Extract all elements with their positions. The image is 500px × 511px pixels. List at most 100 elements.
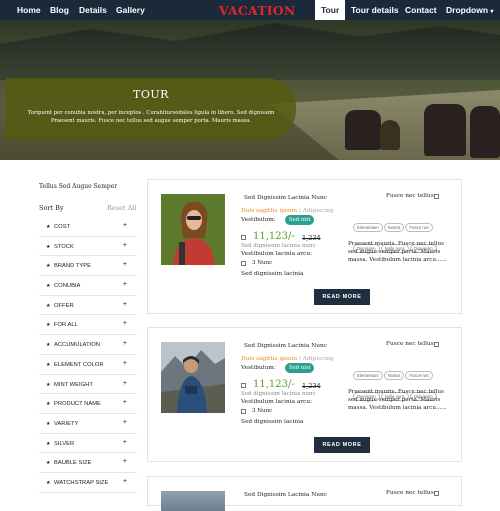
expand-plus-icon[interactable]: + bbox=[123, 478, 127, 485]
expand-plus-icon[interactable]: + bbox=[123, 320, 127, 327]
filter-label: STOCK bbox=[54, 243, 74, 250]
nav-dropdown[interactable]: Dropdown ▾ bbox=[446, 5, 493, 15]
tour-old-price: 1,234 bbox=[302, 234, 321, 242]
expand-plus-icon[interactable]: + bbox=[123, 242, 127, 249]
hero-banner: TOUR Torquent per conubia nostra, per in… bbox=[0, 20, 500, 160]
tour-name[interactable]: Sed Dignissim Lacinia Nunc bbox=[244, 343, 327, 349]
tour-name[interactable]: Sed Dignissim Lacinia Nunc bbox=[244, 492, 327, 498]
card-filter-checkbox[interactable] bbox=[434, 342, 439, 347]
hero-panel: TOUR Torquent per conubia nostra, per in… bbox=[6, 78, 296, 140]
filter-label: OFFER bbox=[54, 302, 74, 309]
tour-checkbox[interactable] bbox=[241, 383, 246, 388]
filter-label: ACCUMULATION bbox=[54, 342, 100, 349]
star-icon: ★ bbox=[46, 342, 51, 349]
tour-line4: Sed dignissim lacinia bbox=[241, 271, 304, 277]
tour-price: 11,123/- bbox=[253, 379, 295, 390]
expand-plus-icon[interactable]: + bbox=[123, 399, 127, 406]
tour-line3: 3 Nunc bbox=[252, 260, 273, 266]
filter-item[interactable]: ★ MINT WEIGHT + bbox=[39, 375, 137, 395]
card-filter-title: Fusce nec tellus bbox=[386, 490, 434, 496]
filter-label: PRODUCT NAME bbox=[54, 401, 101, 408]
read-more-button[interactable]: READ MORE bbox=[314, 437, 370, 453]
top-navbar: Home Blog Details Gallery VACATION Tour … bbox=[0, 0, 500, 20]
tour-image[interactable] bbox=[161, 342, 225, 413]
card-filter-checkbox[interactable] bbox=[434, 491, 439, 496]
nav-blog[interactable]: Blog bbox=[50, 5, 69, 15]
expand-plus-icon[interactable]: + bbox=[123, 419, 127, 426]
filter-item[interactable]: ★ BRAND TYPE + bbox=[39, 256, 137, 277]
filter-label: WATCHSTRAP SIZE bbox=[54, 479, 109, 486]
tour-line1: Sed dignissim lacinia nunc bbox=[241, 391, 316, 397]
filter-item[interactable]: ★ FOR ALL + bbox=[39, 315, 137, 336]
filter-label: BAUBLE SIZE bbox=[54, 460, 92, 467]
filter-item[interactable]: ★ OFFER + bbox=[39, 296, 137, 316]
filter-item[interactable]: ★ WATCHSTRAP SIZE + bbox=[39, 473, 137, 493]
nav-details[interactable]: Details bbox=[79, 5, 107, 15]
expand-plus-icon[interactable]: + bbox=[123, 281, 127, 288]
tour-name[interactable]: Sed Dignissim Lacinia Nunc bbox=[244, 195, 327, 201]
tour-line1: Sed dignissim lacinia nunc bbox=[241, 243, 316, 249]
tag[interactable]: Fusce nec bbox=[405, 371, 434, 380]
tag[interactable]: Nostra bbox=[383, 371, 405, 380]
star-icon: ★ bbox=[46, 322, 51, 329]
filter-item[interactable]: ★ BAUBLE SIZE + bbox=[39, 453, 137, 473]
tag[interactable]: Elementum bbox=[353, 371, 383, 380]
expand-plus-icon[interactable]: + bbox=[123, 439, 127, 446]
filter-list: ★ COST + ★ STOCK + ★ BRAND TYPE + ★ CONUBIA + ★ OFFER… bbox=[39, 217, 137, 493]
expand-plus-icon[interactable]: + bbox=[123, 380, 127, 387]
expand-plus-icon[interactable]: + bbox=[123, 340, 127, 347]
hero-title: TOUR bbox=[133, 88, 169, 101]
hiker-photo bbox=[161, 342, 225, 413]
card-filter-checkbox[interactable] bbox=[434, 194, 439, 199]
filter-item[interactable]: ★ PRODUCT NAME + bbox=[39, 394, 137, 414]
expand-plus-icon[interactable]: + bbox=[123, 360, 127, 367]
star-icon: ★ bbox=[46, 479, 51, 486]
hero-description: Torquent per conubia nostra, per incepto… bbox=[27, 110, 275, 124]
read-more-button[interactable]: READ MORE bbox=[314, 289, 370, 305]
status-badge: Sed nisi bbox=[285, 215, 315, 225]
tour-checkbox[interactable] bbox=[241, 235, 246, 240]
filter-label: ELEMENT COLOR bbox=[54, 361, 104, 368]
nav-tour[interactable]: Tour bbox=[315, 0, 346, 20]
tag[interactable]: Fusce nec bbox=[405, 223, 434, 232]
tour-price: 11,123/- bbox=[253, 231, 295, 242]
tour-card: Sed Dignissim Lacinia Nunc Fusce nec tel… bbox=[147, 476, 462, 511]
nav-tour-details[interactable]: Tour details bbox=[351, 5, 399, 15]
expand-plus-icon[interactable]: + bbox=[123, 458, 127, 465]
reset-all-link[interactable]: Reset All bbox=[107, 204, 136, 212]
nav-home[interactable]: Home bbox=[17, 5, 41, 15]
filter-label: BRAND TYPE bbox=[54, 263, 91, 270]
tour-image[interactable] bbox=[161, 491, 225, 511]
filter-label: CONUBIA bbox=[54, 283, 81, 290]
star-icon: ★ bbox=[46, 243, 51, 250]
hero-mountains bbox=[0, 23, 500, 80]
tag[interactable]: Nostra bbox=[383, 223, 405, 232]
filter-label: FOR ALL bbox=[54, 322, 78, 329]
filter-item[interactable]: ★ STOCK + bbox=[39, 237, 137, 257]
filter-item[interactable]: ★ ELEMENT COLOR + bbox=[39, 355, 137, 375]
tour-checkbox[interactable] bbox=[241, 409, 246, 414]
filter-item[interactable]: ★ CONUBIA + bbox=[39, 276, 137, 296]
filter-item[interactable]: ★ ACCUMULATION + bbox=[39, 335, 137, 355]
expand-plus-icon[interactable]: + bbox=[123, 261, 127, 268]
star-icon: ★ bbox=[46, 401, 51, 408]
woman-photo bbox=[161, 194, 225, 265]
tag[interactable]: Elementum bbox=[353, 223, 383, 232]
filter-item[interactable]: ★ SILVER + bbox=[39, 434, 137, 454]
sidebar-title: Tellus Sed Augue Semper bbox=[39, 183, 118, 190]
tour-image[interactable] bbox=[161, 194, 225, 265]
hero-hiker bbox=[470, 106, 500, 158]
expand-plus-icon[interactable]: + bbox=[123, 222, 127, 229]
tour-line4: Sed dignissim lacinia bbox=[241, 419, 304, 425]
brand-logo[interactable]: VACATION bbox=[219, 3, 295, 18]
nav-contact[interactable]: Contact bbox=[405, 5, 437, 15]
filter-item[interactable]: ★ VARIETY + bbox=[39, 414, 137, 434]
filter-label: SILVER bbox=[54, 440, 75, 447]
nav-dropdown-label: Dropdown bbox=[446, 5, 489, 15]
star-icon: ★ bbox=[46, 361, 51, 368]
nav-gallery[interactable]: Gallery bbox=[116, 5, 145, 15]
filter-item[interactable]: ★ COST + bbox=[39, 217, 137, 237]
expand-plus-icon[interactable]: + bbox=[123, 301, 127, 308]
tour-checkbox[interactable] bbox=[241, 261, 246, 266]
sort-by-label: Sort By bbox=[39, 204, 64, 212]
